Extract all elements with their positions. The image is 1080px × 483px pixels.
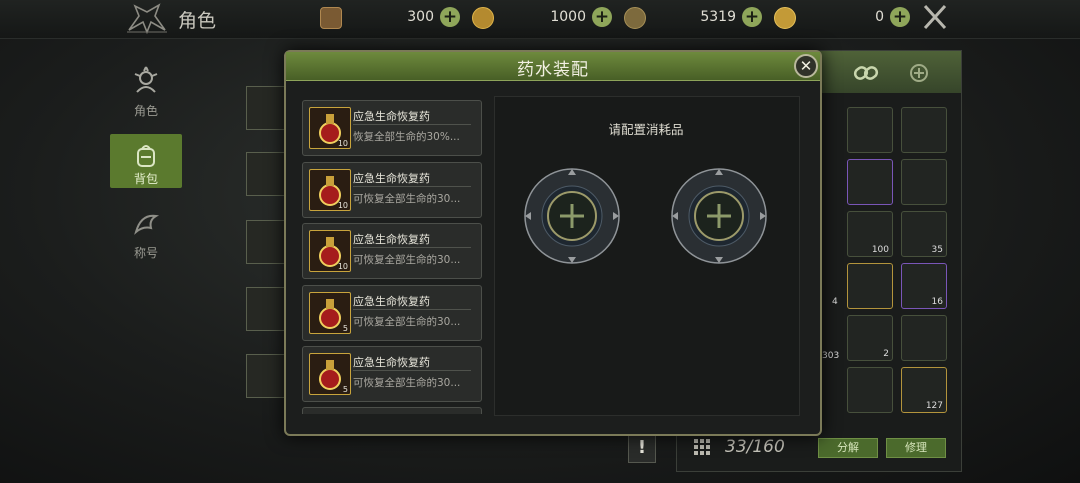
decompose-button[interactable]: 分解	[818, 438, 878, 458]
top-bar: 角色 300 + 1000 + 5319 + 0 +	[0, 0, 1080, 39]
inventory-cell[interactable]	[901, 107, 947, 153]
divider	[353, 124, 471, 125]
potion-name: 应急生命恢复药	[353, 110, 430, 123]
inventory-cell[interactable]	[901, 159, 947, 205]
potion-loadout-dialog: 药水装配 ✕ 10 应急生命恢复药 恢复全部生命的30%... 10 应急生命恢…	[284, 50, 822, 436]
stack-count: 4	[832, 297, 838, 307]
potion-quantity: 5	[342, 385, 348, 394]
potion-description: 可恢复全部生命的30...	[353, 377, 461, 389]
potion-quantity: 5	[342, 324, 348, 333]
potion-bottle-icon: 5	[309, 292, 351, 334]
inventory-cell[interactable]	[847, 159, 893, 205]
potion-item[interactable]: 5 应急生命恢复药 可恢复全部生命的30...	[302, 285, 482, 341]
inventory-cell[interactable]	[901, 315, 947, 361]
divider	[353, 186, 471, 187]
potion-quantity: 10	[337, 139, 348, 148]
equip-slot-armor[interactable]	[246, 152, 286, 196]
consumable-slot-1[interactable]	[523, 167, 621, 265]
grid-menu-icon[interactable]	[692, 437, 712, 457]
potion-description: 恢复全部生命的30%...	[353, 131, 460, 143]
potion-item[interactable]: 10 应急生命恢复药 可恢复全部生命的30...	[302, 223, 482, 279]
inventory-capacity: 33/160	[725, 437, 785, 457]
potion-bottle-icon: 10	[309, 107, 351, 149]
nav-title[interactable]: 称号	[110, 208, 182, 262]
resource-swirl: 1000 +	[472, 7, 612, 29]
nav-label: 称号	[133, 246, 158, 260]
inventory-cell[interactable]	[847, 107, 893, 153]
potion-quantity: 10	[337, 262, 348, 271]
potion-quantity: 10	[337, 201, 348, 210]
dialog-title: 药水装配	[517, 60, 589, 80]
stack-count: 100	[871, 245, 889, 255]
inventory-cell[interactable]	[847, 367, 893, 413]
ticket-icon	[320, 7, 342, 29]
equip-slot-boots[interactable]	[246, 354, 286, 398]
potion-bottle-icon: 5	[309, 353, 351, 395]
add-gold-button[interactable]: +	[890, 7, 910, 27]
nav-backpack[interactable]: 背包	[110, 134, 182, 188]
potion-description: 可恢复全部生命的30...	[353, 316, 461, 328]
potion-item[interactable]	[302, 407, 482, 414]
divider	[353, 309, 471, 310]
link-icon[interactable]	[852, 59, 880, 87]
potion-item[interactable]: 10 应急生命恢复药 可恢复全部生命的30...	[302, 162, 482, 218]
potion-bottle-icon: 10	[309, 169, 351, 211]
potion-name: 应急生命恢复药	[353, 295, 430, 308]
stack-count: 127	[925, 401, 943, 411]
resource-value: 1000	[550, 9, 586, 25]
potion-name: 应急生命恢复药	[353, 233, 430, 246]
resource-value: 300	[407, 9, 434, 25]
title-badge-icon	[134, 214, 160, 235]
backpack-icon	[137, 145, 155, 167]
inventory-cell[interactable]: 100	[847, 211, 893, 257]
inventory-cell[interactable]: 2	[847, 315, 893, 361]
nav-character[interactable]: 角色	[110, 66, 182, 120]
inventory-cell[interactable]: 16	[901, 263, 947, 309]
stack-count: 2	[883, 349, 889, 359]
resource-coin-bag: 5319 +	[624, 7, 762, 29]
dragon-emblem-icon	[127, 3, 167, 34]
add-swirl-button[interactable]: +	[592, 7, 612, 27]
inventory-cell[interactable]	[847, 263, 893, 309]
nav-label: 角色	[133, 104, 158, 118]
close-window-icon[interactable]	[922, 3, 948, 31]
stack-count: 35	[931, 245, 943, 255]
inventory-cell[interactable]: 127	[901, 367, 947, 413]
potion-bottle-icon: 10	[309, 230, 351, 272]
repair-button[interactable]: 修理	[886, 438, 946, 458]
divider	[353, 247, 471, 248]
dialog-close-button[interactable]: ✕	[794, 54, 818, 78]
potion-name: 应急生命恢复药	[353, 172, 430, 185]
page-title: 角色	[178, 10, 217, 32]
gold-coin-icon	[774, 7, 796, 29]
divider	[353, 370, 471, 371]
stack-count: 16	[931, 297, 943, 307]
inventory-cell[interactable]: 35	[901, 211, 947, 257]
coin-bag-icon	[624, 7, 646, 29]
equip-slot-gloves[interactable]	[246, 287, 286, 331]
consumable-slot-2[interactable]	[670, 167, 768, 265]
equip-slot-head[interactable]	[246, 86, 286, 130]
resource-value: 5319	[700, 9, 736, 25]
config-prompt: 请配置消耗品	[608, 122, 684, 137]
hint-exclamation-icon[interactable]: !	[628, 433, 656, 463]
potion-item[interactable]: 10 应急生命恢复药 恢复全部生命的30%...	[302, 100, 482, 156]
equip-slot-belt[interactable]	[246, 220, 286, 264]
add-coin-bag-button[interactable]: +	[742, 7, 762, 27]
refresh-icon[interactable]	[905, 59, 933, 87]
stack-count: 303	[822, 351, 840, 361]
potion-item[interactable]: 5 应急生命恢复药 可恢复全部生命的30...	[302, 346, 482, 402]
potion-description: 可恢复全部生命的30...	[353, 254, 461, 266]
swirl-coin-icon	[472, 7, 494, 29]
resource-gold: 0 +	[774, 7, 910, 29]
add-ticket-button[interactable]: +	[440, 7, 460, 27]
resource-ticket: 300 +	[320, 7, 460, 29]
potion-description: 可恢复全部生命的30...	[353, 193, 461, 205]
potion-name: 应急生命恢复药	[353, 356, 430, 369]
character-icon	[134, 66, 158, 93]
potion-list[interactable]: 10 应急生命恢复药 恢复全部生命的30%... 10 应急生命恢复药 可恢复全…	[298, 96, 484, 414]
nav-label: 背包	[133, 172, 158, 186]
resource-value: 0	[875, 9, 884, 25]
